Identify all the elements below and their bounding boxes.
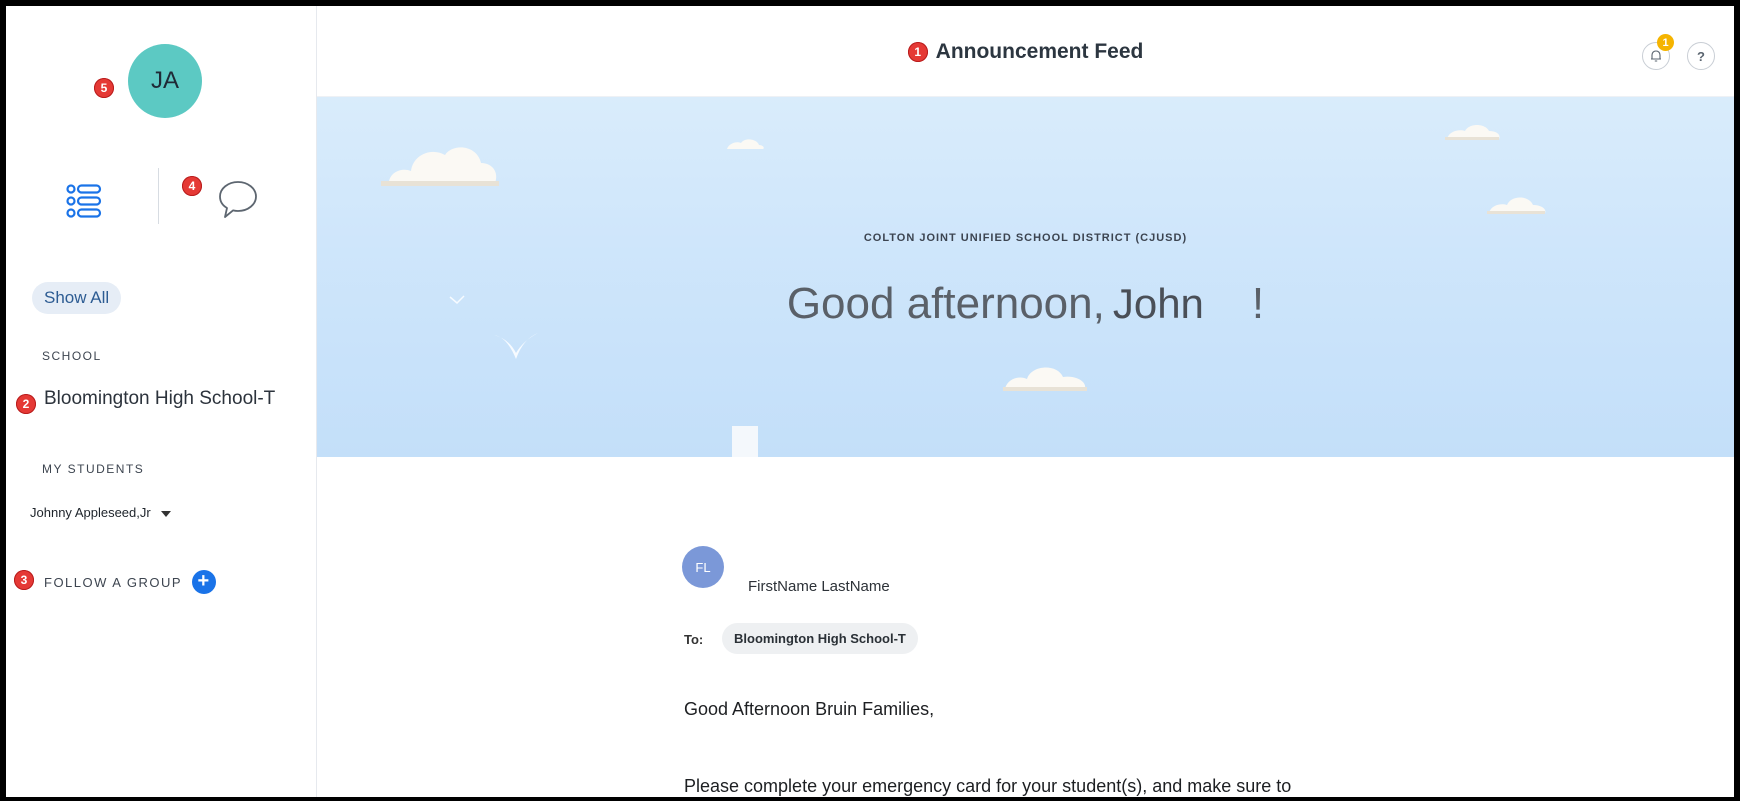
chat-bubble-icon	[219, 181, 257, 218]
author-avatar[interactable]: FL	[682, 546, 724, 588]
app-frame: 5 JA 4 Show All SCHOOL 2 Bloomington Hig…	[6, 6, 1734, 797]
messages-view-toggle[interactable]	[216, 178, 260, 222]
annotation-marker-4: 4	[182, 176, 202, 196]
annotation-marker-1: 1	[907, 42, 928, 62]
plus-icon: +	[192, 570, 217, 594]
recipient-chip[interactable]: Bloomington High School-T	[722, 623, 918, 654]
list-icon	[66, 184, 102, 218]
annotation-marker-5: 5	[94, 78, 114, 98]
bird-illustration	[494, 333, 538, 359]
author-name[interactable]: FirstName LastName	[748, 578, 890, 595]
post-greeting: Good Afternoon Bruin Families,	[684, 699, 935, 719]
greeting-exclamation: !	[1251, 279, 1265, 328]
list-view-toggle[interactable]	[64, 181, 104, 221]
follow-group-button[interactable]: FOLLOW A GROUP +	[44, 570, 217, 594]
view-toggle-divider	[158, 168, 159, 224]
greeting-heading: Good afternoon, John!	[317, 279, 1734, 329]
greeting-name: John	[1112, 280, 1204, 327]
school-section-label: SCHOOL	[42, 349, 102, 363]
annotation-marker-3: 3	[14, 570, 34, 590]
cloud-illustration	[1445, 125, 1500, 140]
cloud-illustration	[727, 139, 764, 149]
greeting-text: Good afternoon,	[786, 279, 1105, 328]
page-title-text: Announcement Feed	[935, 40, 1144, 63]
district-name: COLTON JOINT UNIFIED SCHOOL DISTRICT (CJ…	[863, 232, 1188, 244]
annotation-marker-2: 2	[16, 394, 36, 414]
follow-group-label: FOLLOW A GROUP	[44, 574, 183, 590]
avatar[interactable]: JA	[128, 44, 202, 118]
post-body-text: Please complete your emergency card for …	[684, 776, 1292, 796]
school-link[interactable]: Bloomington High School-T	[44, 388, 275, 410]
show-all-button[interactable]: Show All	[32, 282, 122, 314]
sidebar: 5 JA 4 Show All SCHOOL 2 Bloomington Hig…	[6, 6, 317, 797]
cloud-illustration	[1487, 197, 1546, 214]
recipient-label: To:	[684, 632, 704, 647]
greeting-banner: COLTON JOINT UNIFIED SCHOOL DISTRICT (CJ…	[317, 97, 1734, 457]
cloud-illustration	[1003, 367, 1087, 391]
student-selector[interactable]: Johnny Appleseed,Jr	[30, 505, 171, 520]
page-title: 1 Announcement Feed	[317, 40, 1734, 64]
help-button[interactable]: ?	[1687, 42, 1715, 70]
students-section-label: MY STUDENTS	[42, 462, 145, 476]
selected-student: Johnny Appleseed,Jr	[30, 505, 151, 520]
header: 1 Announcement Feed	[317, 6, 1734, 97]
cloud-illustration	[381, 147, 499, 186]
notification-count-badge: 1	[1657, 34, 1674, 51]
chevron-down-icon	[160, 511, 171, 517]
banner-decoration	[732, 426, 758, 457]
bell-icon	[1651, 50, 1661, 62]
